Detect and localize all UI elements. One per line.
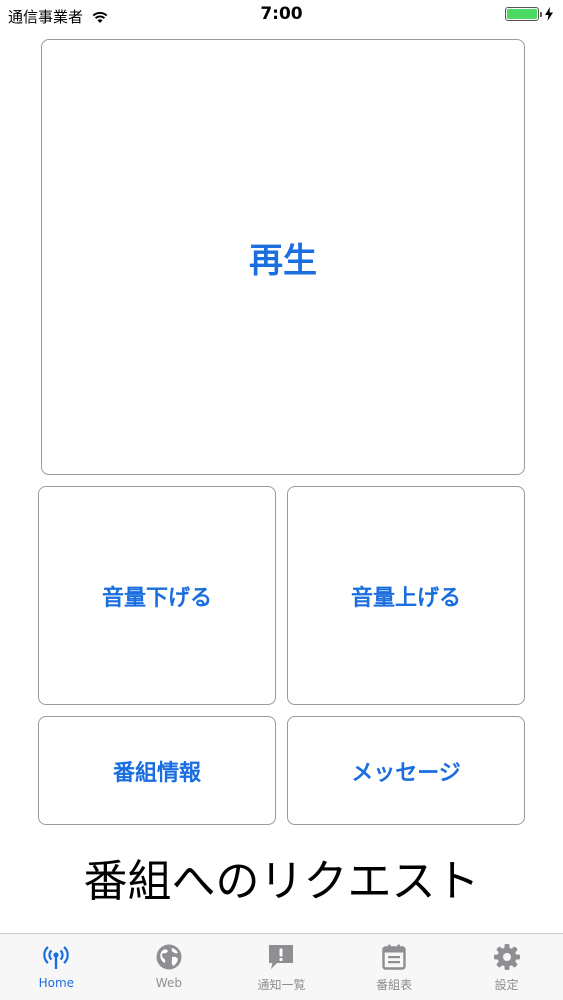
request-heading: 番組へのリクエスト [83, 856, 480, 907]
play-button-label: 再生 [249, 240, 317, 281]
tab-settings-label: 設定 [494, 978, 519, 992]
status-time: 7:00 [260, 4, 303, 24]
volume-down-button[interactable]: 音量下げる [38, 486, 276, 705]
battery-indicator [505, 7, 553, 21]
tab-web-label: Web [155, 976, 182, 990]
app-screen: 通信事業者 7:00 再生 音量下げる 音量上げる 番組情報 メッセージ 番組へ… [0, 0, 563, 1000]
status-bar: 通信事業者 7:00 [0, 0, 563, 30]
volume-up-button[interactable]: 音量上げる [287, 486, 525, 705]
notification-icon [269, 945, 294, 969]
battery-fill [507, 9, 537, 19]
tab-schedule[interactable]: 番組表 [338, 934, 451, 1000]
tab-notifications-label: 通知一覧 [257, 978, 306, 992]
charging-bolt-icon [545, 7, 553, 21]
tab-web[interactable]: Web [113, 934, 226, 1000]
program-info-button[interactable]: 番組情報 [38, 716, 276, 825]
tab-schedule-label: 番組表 [376, 978, 413, 992]
program-info-label: 番組情報 [112, 760, 201, 786]
broadcast-icon [43, 946, 70, 969]
battery-icon [505, 7, 539, 21]
message-label: メッセージ [351, 760, 461, 786]
message-button[interactable]: メッセージ [287, 716, 525, 825]
tab-notifications[interactable]: 通知一覧 [225, 934, 338, 1000]
tab-bar: Home Web 通知一覧 番組表 設定 [0, 933, 563, 1000]
globe-icon [156, 944, 182, 970]
tab-home-label: Home [38, 976, 75, 990]
gear-icon [493, 944, 520, 970]
tab-settings[interactable]: 設定 [450, 934, 563, 1000]
volume-down-label: 音量下げる [101, 585, 212, 611]
tab-home[interactable]: Home [0, 934, 113, 1000]
calendar-icon [382, 944, 406, 970]
volume-up-label: 音量上げる [350, 585, 461, 611]
play-button[interactable]: 再生 [41, 39, 525, 475]
battery-tip [540, 11, 542, 17]
